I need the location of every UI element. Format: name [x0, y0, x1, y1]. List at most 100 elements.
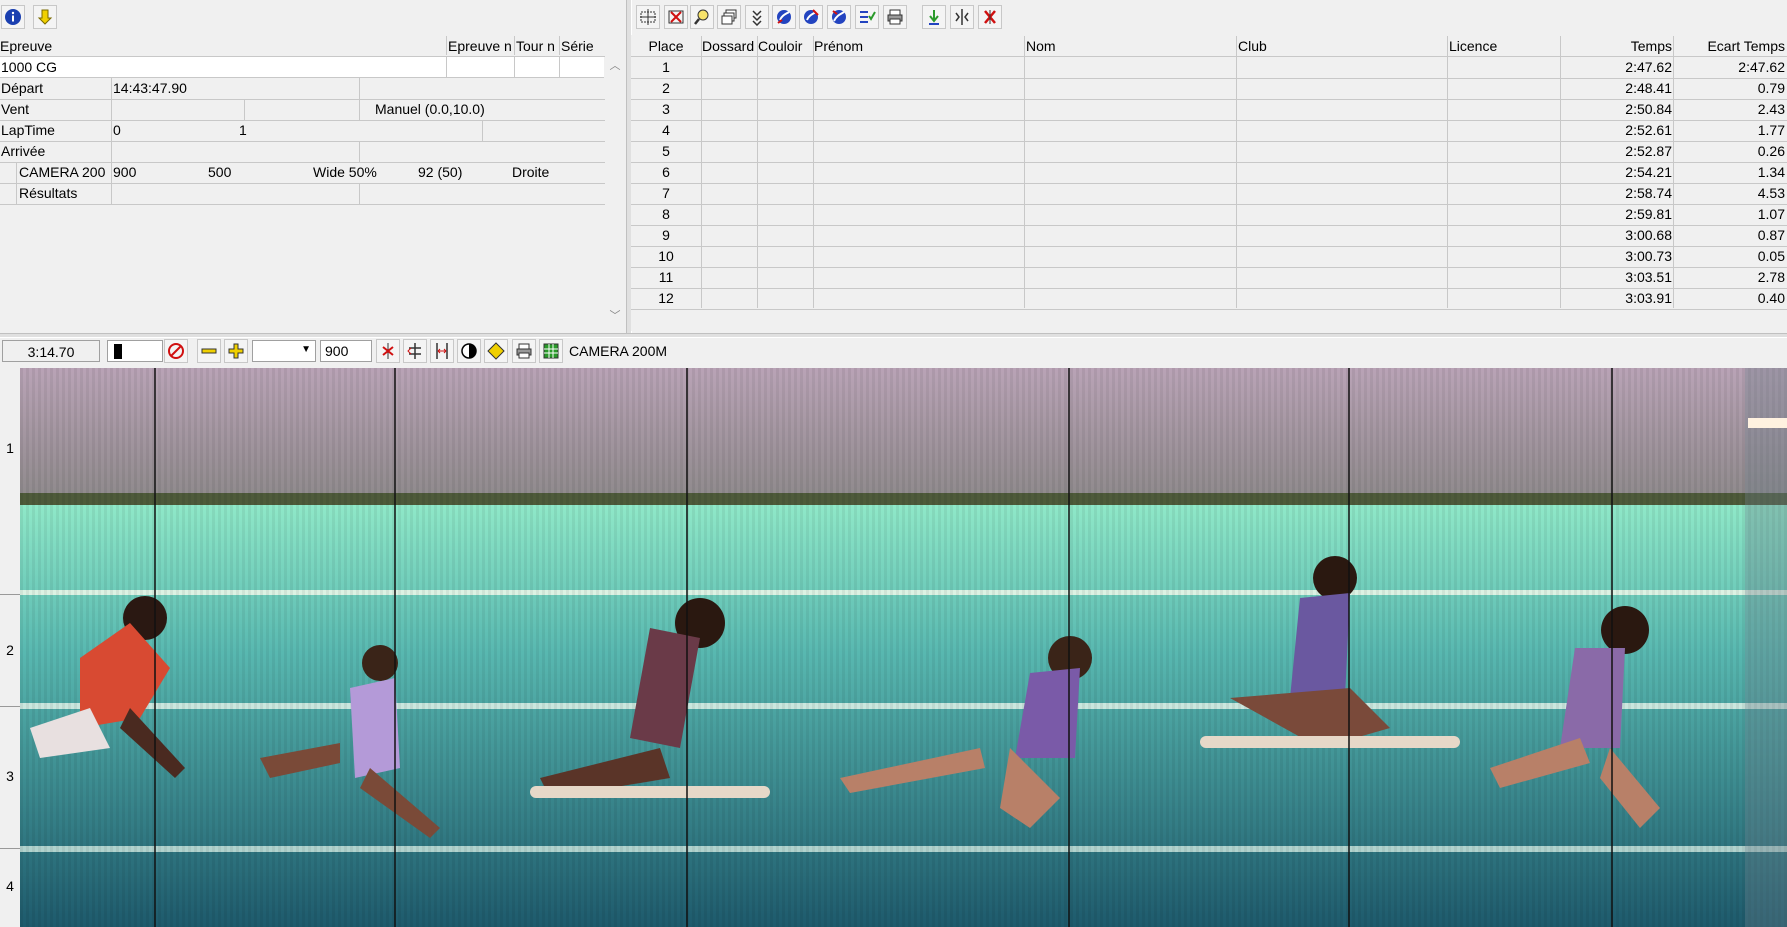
- divider: [359, 78, 360, 120]
- scroll-down-button[interactable]: ﹀: [607, 308, 623, 324]
- header-dossard[interactable]: Dossard: [702, 36, 757, 56]
- list-check-icon: [860, 11, 876, 23]
- athletes-alt-button[interactable]: [827, 5, 851, 29]
- header-temps[interactable]: Temps: [1562, 36, 1672, 56]
- place-cell: 10: [658, 248, 674, 264]
- header-serie[interactable]: Série: [561, 36, 605, 56]
- runner-blue-icon: [777, 10, 791, 24]
- split-button[interactable]: [950, 5, 974, 29]
- divider: [0, 848, 20, 849]
- arrow-down-icon: [37, 9, 53, 25]
- print-image-button[interactable]: [512, 339, 536, 363]
- header-couloir[interactable]: Couloir: [758, 36, 813, 56]
- header-club[interactable]: Club: [1238, 36, 1438, 56]
- zoom-select[interactable]: ▼: [252, 340, 316, 362]
- column-divider: [1673, 36, 1674, 308]
- windows-icon: [721, 9, 737, 25]
- lane-label-2: 2: [6, 642, 14, 658]
- info-button[interactable]: [1, 5, 25, 29]
- header-tour-n[interactable]: Tour n: [516, 36, 560, 56]
- column-divider: [813, 36, 814, 308]
- align-icon: [407, 343, 421, 359]
- header-nom[interactable]: Nom: [1026, 36, 1226, 56]
- photo-finish-image[interactable]: [20, 368, 1787, 927]
- column-divider: [1024, 36, 1025, 308]
- zoom-out-button[interactable]: [197, 339, 221, 363]
- validate-button[interactable]: [922, 5, 946, 29]
- temps-cell: 2:47.62: [1625, 59, 1672, 75]
- select-region-button[interactable]: [636, 5, 660, 29]
- event-name[interactable]: 1000 CG: [1, 57, 441, 78]
- print-results-button[interactable]: [883, 5, 907, 29]
- camera-mode[interactable]: Wide 50%: [313, 162, 413, 183]
- vent-value[interactable]: Manuel (0.0,10.0): [375, 99, 600, 120]
- clear-marks-button[interactable]: [376, 339, 400, 363]
- divider: [514, 57, 515, 78]
- depart-time[interactable]: 14:43:47.90: [113, 78, 353, 99]
- zoom-button[interactable]: [690, 5, 714, 29]
- sort-button[interactable]: [745, 5, 769, 29]
- depart-label: Départ: [1, 80, 44, 96]
- horizontal-splitter[interactable]: [0, 333, 1787, 338]
- grid-button[interactable]: [539, 339, 563, 363]
- ecart-cell: 0.87: [1757, 227, 1785, 243]
- results-label[interactable]: Résultats: [19, 183, 109, 204]
- camera-name[interactable]: CAMERA 200: [19, 162, 109, 183]
- time-display[interactable]: 3:14.70: [2, 340, 100, 362]
- align-button[interactable]: [403, 339, 427, 363]
- contrast-button[interactable]: [457, 339, 481, 363]
- header-place[interactable]: Place: [631, 36, 701, 56]
- ecart-cell: 0.79: [1757, 80, 1785, 96]
- zoom-in-button[interactable]: [224, 339, 248, 363]
- zoom-value-input[interactable]: 900: [320, 340, 372, 362]
- divider: [0, 706, 20, 707]
- ecart-cell: 2.78: [1757, 269, 1785, 285]
- header-epreuve[interactable]: Epreuve: [0, 36, 445, 56]
- temps-cell: 3:03.51: [1625, 269, 1672, 285]
- grid-icon: [543, 343, 559, 359]
- windows-button[interactable]: [717, 5, 741, 29]
- column-divider: [701, 36, 702, 308]
- lane-label-3: 3: [6, 768, 14, 784]
- camera-value-1[interactable]: 900: [113, 162, 193, 183]
- athletes-red-button[interactable]: [799, 5, 823, 29]
- split-icon: [955, 9, 969, 25]
- cancel-button[interactable]: [164, 339, 188, 363]
- ecart-cell: 2:47.62: [1738, 59, 1785, 75]
- cursor-color-box[interactable]: [107, 340, 163, 362]
- header-ecart[interactable]: Ecart Temps: [1675, 36, 1785, 56]
- scroll-up-button[interactable]: ︿: [607, 58, 623, 74]
- header-prenom[interactable]: Prénom: [814, 36, 1014, 56]
- header-divider: [631, 56, 1787, 57]
- list-edit-button[interactable]: [855, 5, 879, 29]
- printer-icon: [516, 343, 532, 359]
- column-divider: [1236, 36, 1237, 308]
- place-cell: 2: [662, 80, 670, 96]
- ecart-cell: 1.77: [1757, 122, 1785, 138]
- camera-value-2[interactable]: 500: [208, 162, 288, 183]
- divider: [359, 141, 360, 162]
- clear-marks-icon: [382, 343, 394, 359]
- divider: [446, 36, 447, 55]
- remove-button[interactable]: [978, 5, 1002, 29]
- camera-label: CAMERA 200M: [569, 343, 668, 359]
- download-button[interactable]: [33, 5, 57, 29]
- athletes-button[interactable]: [772, 5, 796, 29]
- temps-cell: 2:54.21: [1625, 164, 1672, 180]
- delete-region-button[interactable]: [664, 5, 688, 29]
- ecart-cell: 0.05: [1757, 248, 1785, 264]
- cursor-color-swatch: [114, 344, 122, 359]
- divider: [559, 57, 560, 78]
- divider: [0, 594, 20, 595]
- temps-cell: 2:58.74: [1625, 185, 1672, 201]
- measure-button[interactable]: [430, 339, 454, 363]
- laptime-start[interactable]: 0: [113, 120, 213, 141]
- camera-side[interactable]: Droite: [512, 162, 592, 183]
- photo-finish-svg: [20, 368, 1787, 927]
- header-licence[interactable]: Licence: [1449, 36, 1549, 56]
- header-epreuve-n[interactable]: Epreuve n: [448, 36, 514, 56]
- laptime-lap[interactable]: 1: [239, 120, 339, 141]
- measure-icon: [436, 343, 448, 359]
- brightness-button[interactable]: [484, 339, 508, 363]
- camera-value-4[interactable]: 92 (50): [418, 162, 508, 183]
